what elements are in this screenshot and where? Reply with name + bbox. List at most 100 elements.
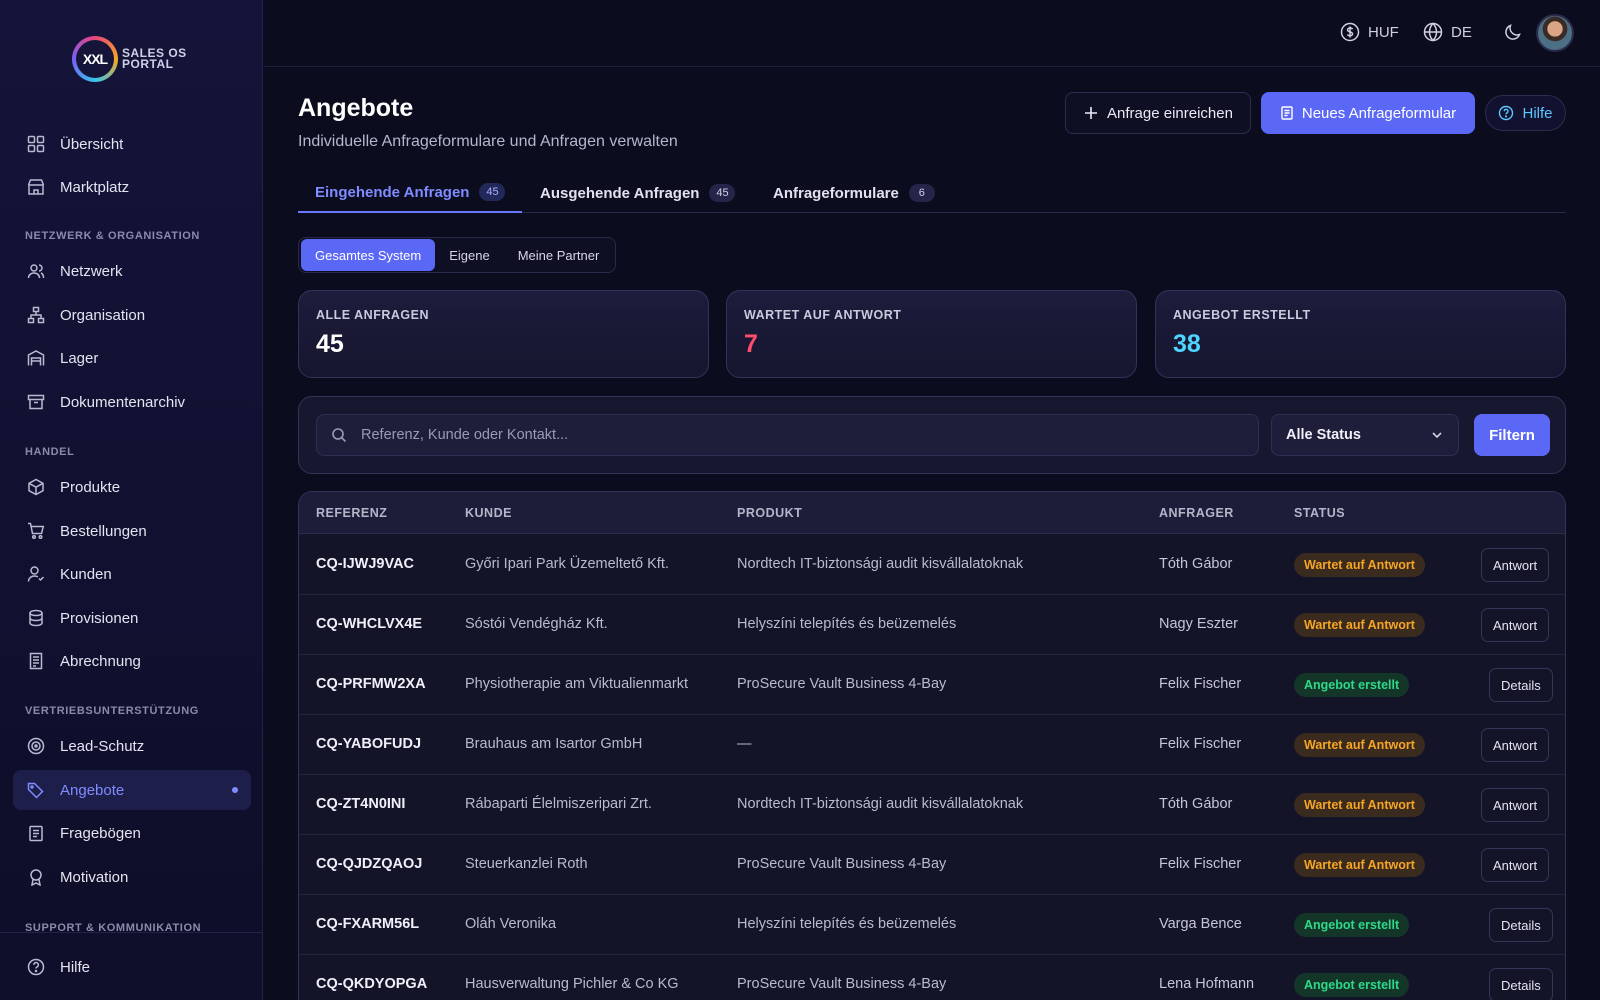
table-row[interactable]: CQ-YABOFUDJ Brauhaus am Isartor GmbH — Feli… xyxy=(299,715,1565,775)
topbar: HUF DE xyxy=(264,0,1600,67)
table-row[interactable]: CQ-QKDYOPGA Hausverwaltung Pichler & Co K… xyxy=(299,955,1565,1000)
reply-button[interactable]: Antwort xyxy=(1481,788,1550,822)
sidebar-item-label: Abrechnung xyxy=(60,652,141,670)
sidebar-item-uebersicht[interactable]: Übersicht xyxy=(13,124,251,164)
user-icon xyxy=(26,564,46,584)
status-badge: Wartet auf Antwort xyxy=(1294,733,1425,757)
reply-button[interactable]: Antwort xyxy=(1481,608,1550,642)
column-header-kunde[interactable]: KUNDE xyxy=(465,506,512,520)
product-cell: ProSecure Vault Business 4-Bay xyxy=(737,676,947,692)
table-row[interactable]: CQ-FXARM56L Oláh Veronika Helyszíni telepí… xyxy=(299,895,1565,955)
table-row[interactable]: CQ-WHCLVX4E Sóstói Vendégház Kft. Helyszín… xyxy=(299,595,1565,655)
filter-button[interactable]: Filtern xyxy=(1474,414,1550,456)
search-input[interactable] xyxy=(361,427,1221,443)
sidebar-footer: Hilfe xyxy=(0,932,262,1000)
submit-request-label: Anfrage einreichen xyxy=(1107,104,1233,122)
reply-button[interactable]: Antwort xyxy=(1481,728,1550,762)
help-circle-icon xyxy=(26,957,46,977)
sidebar: XXL SALES OS PORTAL Übersicht Marktplatz… xyxy=(0,0,263,1000)
table-row[interactable]: CQ-ZT4N0INI Rábaparti Élelmiszeripari Zrt… xyxy=(299,775,1565,835)
customer-cell: Oláh Veronika xyxy=(465,916,557,932)
box-icon xyxy=(26,477,46,497)
sidebar-item-lager[interactable]: Lager xyxy=(13,338,251,378)
details-button[interactable]: Details xyxy=(1489,668,1553,702)
avatar[interactable] xyxy=(1536,14,1574,52)
table-header: REFERENZ KUNDE PRODUKT ANFRAGER STATUS xyxy=(299,492,1565,534)
sidebar-item-label: Marktplatz xyxy=(60,178,130,196)
sidebar-item-kunden[interactable]: Kunden xyxy=(13,554,251,594)
stat-label: WARTET AUF ANTWORT xyxy=(744,308,902,322)
sidebar-item-provisionen[interactable]: Provisionen xyxy=(13,598,251,638)
requester-cell: Tóth Gábor xyxy=(1159,796,1233,812)
tab-ausgehende-anfragen[interactable]: Ausgehende Anfragen 45 xyxy=(540,173,736,213)
sidebar-item-produkte[interactable]: Produkte xyxy=(13,467,251,507)
table-row[interactable]: CQ-IJWJ9VAC Győri Ipari Park Üzemeltető K… xyxy=(299,535,1565,595)
reply-button[interactable]: Antwort xyxy=(1481,848,1550,882)
sidebar-item-organisation[interactable]: Organisation xyxy=(13,295,251,335)
org-chart-icon xyxy=(26,305,46,325)
customer-cell: Steuerkanzlei Roth xyxy=(465,856,588,872)
language-switcher[interactable]: DE xyxy=(1423,22,1472,42)
column-header-status[interactable]: STATUS xyxy=(1294,506,1345,520)
sidebar-item-angebote[interactable]: Angebote xyxy=(13,770,251,810)
new-form-button[interactable]: Neues Anfrageformular xyxy=(1261,92,1475,134)
reference-cell: CQ-IJWJ9VAC xyxy=(316,556,415,572)
sidebar-item-label: Motivation xyxy=(60,868,129,886)
sidebar-item-dokumentenarchiv[interactable]: Dokumentenarchiv xyxy=(13,382,251,422)
help-button[interactable]: Hilfe xyxy=(1485,95,1566,131)
logo-mark-text: XXL xyxy=(76,40,114,78)
scope-gesamtes-system[interactable]: Gesamtes System xyxy=(301,239,436,271)
column-header-produkt[interactable]: PRODUKT xyxy=(737,506,802,520)
sidebar-item-netzwerk[interactable]: Netzwerk xyxy=(13,251,251,291)
tab-eingehende-anfragen[interactable]: Eingehende Anfragen 45 xyxy=(298,173,523,213)
tab-label: Anfrageformulare xyxy=(773,184,899,202)
sidebar-item-bestellungen[interactable]: Bestellungen xyxy=(13,511,251,551)
column-header-anfrager[interactable]: ANFRAGER xyxy=(1159,506,1234,520)
status-badge: Angebot erstellt xyxy=(1294,913,1410,937)
sidebar-item-motivation[interactable]: Motivation xyxy=(13,857,251,897)
scope-meine-partner[interactable]: Meine Partner xyxy=(504,239,614,271)
product-cell: — xyxy=(737,736,752,752)
product-cell: Helyszíni telepítés és beüzemelés xyxy=(737,916,957,932)
table-row[interactable]: CQ-QJDZQAOJ Steuerkanzlei Roth ProSecure V… xyxy=(299,835,1565,895)
reference-cell: CQ-WHCLVX4E xyxy=(316,616,423,632)
details-button[interactable]: Details xyxy=(1489,968,1553,1000)
stat-value: 7 xyxy=(744,330,758,358)
product-cell: Nordtech IT-biztonsági audit kisvállalat… xyxy=(737,796,1024,812)
sidebar-item-label: Produkte xyxy=(60,478,121,496)
nav-section-netzwerk: NETZWERK & ORGANISATION xyxy=(25,230,200,242)
nav-section-handel: HANDEL xyxy=(25,446,75,458)
sidebar-item-label: Fragebögen xyxy=(60,824,141,842)
sidebar-item-hilfe[interactable]: Hilfe xyxy=(13,947,251,987)
stat-value: 38 xyxy=(1173,330,1201,358)
requester-cell: Tóth Gábor xyxy=(1159,556,1233,572)
status-select[interactable]: Alle Status xyxy=(1271,414,1459,456)
sidebar-item-abrechnung[interactable]: Abrechnung xyxy=(13,641,251,681)
moon-icon xyxy=(1505,24,1521,40)
stat-card-all: ALLE ANFRAGEN 45 xyxy=(298,290,709,378)
sidebar-item-lead-schutz[interactable]: Lead-Schutz xyxy=(13,726,251,766)
brand-logo[interactable]: XXL SALES OS PORTAL xyxy=(72,36,187,82)
reply-button[interactable]: Antwort xyxy=(1481,548,1550,582)
theme-toggle[interactable] xyxy=(1503,22,1523,42)
column-header-referenz[interactable]: REFERENZ xyxy=(316,506,387,520)
requester-cell: Felix Fischer xyxy=(1159,676,1242,692)
scope-eigene[interactable]: Eigene xyxy=(435,239,503,271)
logo-line2: PORTAL xyxy=(122,57,174,71)
chevron-down-icon xyxy=(1432,432,1442,439)
status-badge: Wartet auf Antwort xyxy=(1294,553,1425,577)
currency-switcher[interactable]: HUF xyxy=(1340,22,1399,42)
requests-table: REFERENZ KUNDE PRODUKT ANFRAGER STATUS C… xyxy=(298,491,1566,1000)
details-button[interactable]: Details xyxy=(1489,908,1553,942)
sidebar-item-frageboegen[interactable]: Fragebögen xyxy=(13,813,251,853)
submit-request-button[interactable]: Anfrage einreichen xyxy=(1065,92,1251,134)
table-row[interactable]: CQ-PRFMW2XA Physiotherapie am Viktualienm… xyxy=(299,655,1565,715)
reference-cell: CQ-QKDYOPGA xyxy=(316,976,428,992)
customer-cell: Hausverwaltung Pichler & Co KG xyxy=(465,976,679,992)
sidebar-item-label: Lead-Schutz xyxy=(60,737,145,755)
sidebar-item-marktplatz[interactable]: Marktplatz xyxy=(13,167,251,207)
tab-anfrageformulare[interactable]: Anfrageformulare 6 xyxy=(773,173,935,213)
page-subtitle: Individuelle Anfrageformulare und Anfrag… xyxy=(298,133,678,150)
currency-label: HUF xyxy=(1368,23,1399,41)
requester-cell: Lena Hofmann xyxy=(1159,976,1255,992)
